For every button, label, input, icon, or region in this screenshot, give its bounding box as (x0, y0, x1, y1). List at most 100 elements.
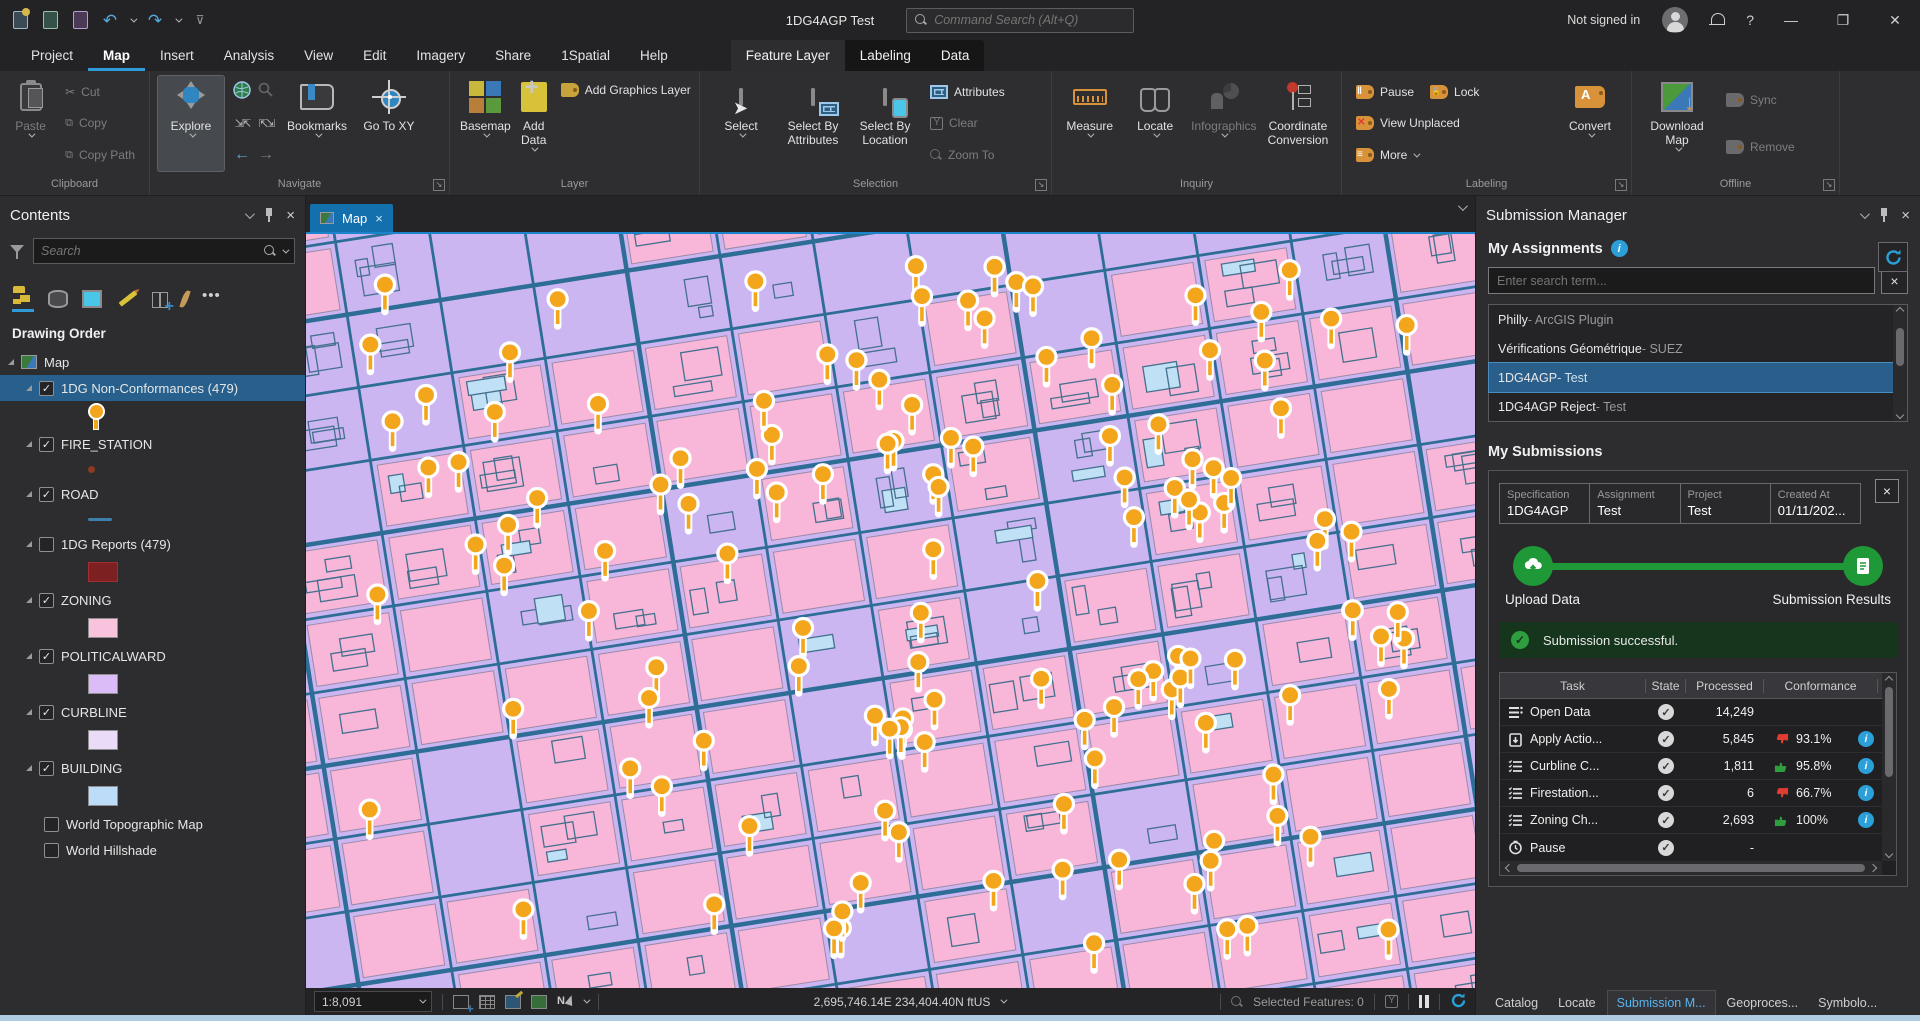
task-row-open-data[interactable]: Open Data ✓ 14,249 (1500, 699, 1882, 726)
new-project-icon[interactable] (10, 10, 30, 30)
assignments-search-input[interactable] (1497, 274, 1866, 288)
globe-icon[interactable] (233, 81, 251, 102)
command-search-input[interactable] (934, 13, 1125, 27)
tab-editing-view[interactable] (116, 288, 138, 312)
assignment-item-philly[interactable]: Philly - ArcGIS Plugin (1489, 305, 1893, 334)
expander-icon[interactable] (26, 597, 32, 603)
pause-drawing-icon[interactable] (1419, 995, 1429, 1008)
tab-1spatial[interactable]: 1Spatial (546, 40, 625, 71)
measure-button[interactable]: Measure (1060, 76, 1119, 171)
task-row-apply-actions[interactable]: Apply Actio... ✓ 5,845 93.1% i (1500, 726, 1882, 753)
cut-button[interactable]: ✂Cut (59, 80, 141, 104)
task-row-pause[interactable]: Pause ✓ - (1500, 834, 1882, 861)
layer-checkbox[interactable]: ✓ (39, 381, 54, 396)
dock-tab-symbology[interactable]: Symbolo... (1809, 990, 1886, 1015)
paste-button[interactable]: Paste (8, 76, 53, 171)
open-project-icon[interactable] (40, 10, 60, 30)
basemap-button[interactable]: Basemap (458, 76, 513, 171)
layer-checkbox[interactable]: ✓ (39, 761, 54, 776)
submission-results-step-icon[interactable] (1843, 546, 1883, 586)
layer-checkbox[interactable]: ✓ (39, 437, 54, 452)
expander-icon[interactable] (26, 441, 32, 447)
map-canvas[interactable] (306, 232, 1475, 988)
minimize-button[interactable]: — (1776, 12, 1806, 28)
contents-search-chevron-icon[interactable] (282, 246, 289, 253)
coordinates-readout[interactable]: 2,695,746.14E 234,404.40N ftUS (814, 995, 991, 1009)
task-row-firestation[interactable]: Firestation... ✓ 6 66.7% i (1500, 780, 1882, 807)
contents-pin-icon[interactable] (264, 208, 274, 222)
labeling-launcher-icon[interactable]: ↘ (1615, 179, 1627, 191)
undo-icon[interactable]: ↶ (100, 10, 120, 30)
bookmarks-button[interactable]: Bookmarks (284, 76, 350, 171)
assignment-item-1dg4agp[interactable]: 1DG4AGP - Test (1489, 363, 1893, 392)
clear-selection-status-icon[interactable] (1385, 995, 1398, 1008)
tab-labeling[interactable]: Labeling (845, 40, 926, 71)
layer-row-1dg-reports[interactable]: 1DG Reports (479) (0, 531, 305, 557)
sync-button[interactable]: Sync (1720, 88, 1801, 112)
layer-row-fire-station[interactable]: ✓ FIRE_STATION (0, 431, 305, 457)
conformance-info-icon[interactable]: i (1858, 731, 1874, 747)
expander-icon[interactable] (26, 709, 32, 715)
signin-status[interactable]: Not signed in (1567, 13, 1640, 27)
statusbar-chevron-icon[interactable] (583, 997, 590, 1004)
selection-launcher-icon[interactable]: ↘ (1035, 179, 1047, 191)
coordinate-conversion-button[interactable]: Coordinate Conversion (1263, 76, 1333, 171)
close-button[interactable]: ✕ (1880, 12, 1910, 29)
tab-snapping-view[interactable] (182, 290, 188, 312)
selected-features-count[interactable]: Selected Features: 0 (1253, 995, 1364, 1009)
offline-launcher-icon[interactable]: ↘ (1823, 179, 1835, 191)
add-data-button[interactable]: Add Data (519, 76, 549, 171)
coordinates-chevron-icon[interactable] (1001, 997, 1008, 1004)
zoom-to-selection-button[interactable]: Zoom To (924, 143, 1011, 167)
redo-icon[interactable]: ↷ (145, 10, 165, 30)
dock-tab-catalog[interactable]: Catalog (1486, 990, 1547, 1015)
copy-path-button[interactable]: ⧉Copy Path (59, 143, 141, 167)
explore-button[interactable]: Explore (158, 76, 224, 171)
layer-row-building[interactable]: ✓ BUILDING (0, 755, 305, 781)
layer-visibility-icon[interactable] (531, 995, 547, 1009)
refresh-view-icon[interactable] (1450, 992, 1467, 1012)
select-by-attributes-button[interactable]: Select By Attributes (780, 76, 846, 171)
tab-help[interactable]: Help (625, 40, 683, 71)
layer-checkbox[interactable]: ✓ (39, 705, 54, 720)
layer-row-curbline[interactable]: ✓ CURBLINE (0, 699, 305, 725)
view-strip-chevron-icon[interactable] (1458, 201, 1468, 211)
layer-checkbox[interactable] (39, 537, 54, 552)
select-button[interactable]: ➤ Select (708, 76, 774, 171)
sm-menu-chevron-icon[interactable] (1860, 209, 1870, 219)
filter-icon[interactable] (10, 244, 25, 259)
tab-edit[interactable]: Edit (348, 40, 401, 71)
view-unplaced-button[interactable]: ✕View Unplaced (1350, 111, 1551, 135)
assignment-item-verifications[interactable]: Vérifications Géométrique - SUEZ (1489, 334, 1893, 363)
layer-checkbox[interactable] (44, 843, 59, 858)
select-by-location-button[interactable]: Select By Location (852, 76, 918, 171)
refresh-assignments-button[interactable] (1878, 242, 1908, 272)
copy-button[interactable]: ⧉Copy (59, 111, 141, 135)
tab-data-source[interactable] (48, 290, 68, 312)
layer-checkbox[interactable]: ✓ (39, 593, 54, 608)
edit-features-icon[interactable] (505, 995, 521, 1009)
sm-pin-icon[interactable] (1879, 208, 1889, 222)
command-search[interactable] (906, 8, 1134, 33)
close-submission-icon[interactable]: × (1875, 479, 1899, 503)
redo-dropdown-chevron-icon[interactable] (175, 15, 182, 22)
infographics-button[interactable]: Infographics (1191, 76, 1257, 171)
tab-data[interactable]: Data (926, 40, 985, 71)
layer-checkbox[interactable] (44, 817, 59, 832)
scale-dropdown[interactable]: 1:8,091 (314, 991, 432, 1012)
tab-view[interactable]: View (289, 40, 348, 71)
layer-row-world-hillshade[interactable]: World Hillshade (0, 837, 305, 863)
layer-row-world-topographic[interactable]: World Topographic Map (0, 811, 305, 837)
contents-search-box[interactable] (33, 238, 295, 264)
more-labeling-button[interactable]: ≡More (1350, 143, 1551, 167)
contents-close-icon[interactable]: × (286, 208, 295, 223)
go-to-xy-button[interactable]: Go To XY (356, 76, 422, 171)
expander-icon[interactable] (26, 491, 32, 497)
contents-search-input[interactable] (41, 244, 258, 258)
clear-selection-button[interactable]: Clear (924, 111, 1011, 135)
expander-icon[interactable] (26, 653, 32, 659)
task-table-vscrollbar[interactable] (1882, 673, 1896, 861)
user-avatar[interactable] (1662, 7, 1688, 33)
tab-share[interactable]: Share (480, 40, 546, 71)
tab-imagery[interactable]: Imagery (401, 40, 480, 71)
